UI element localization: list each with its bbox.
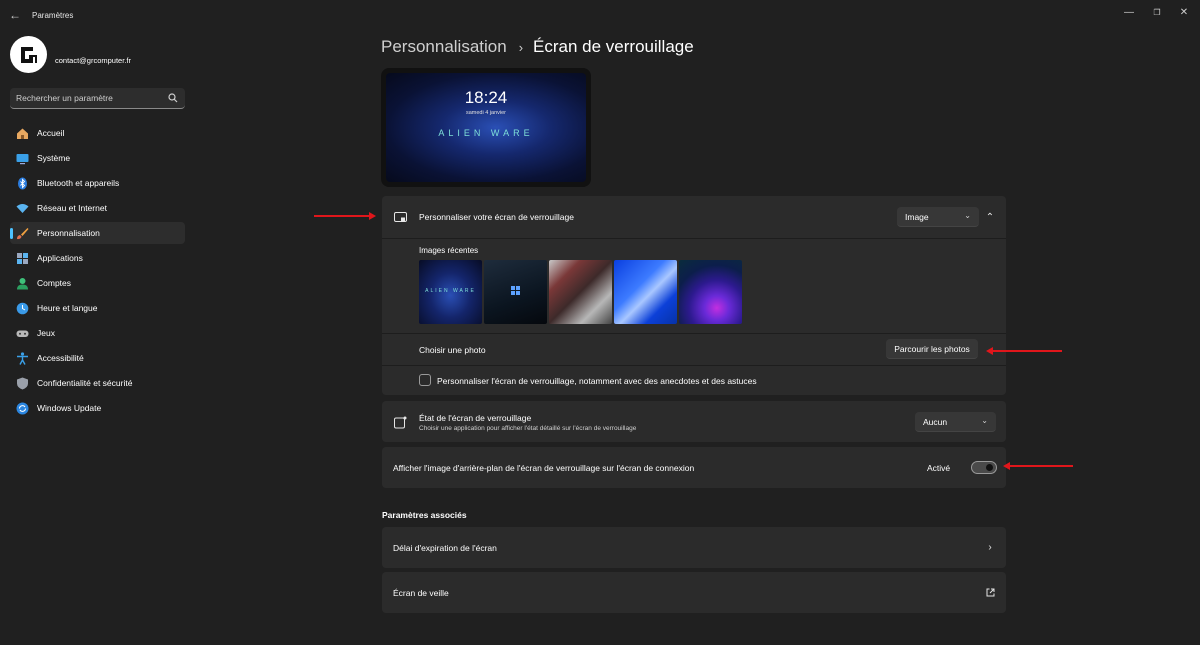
preview-time: 18:24 — [464, 88, 508, 107]
recent-image-thumbnail[interactable] — [484, 260, 547, 324]
status-app-value: Aucun — [923, 416, 948, 427]
app-title: Paramètres — [32, 11, 74, 20]
background-type-dropdown[interactable]: Image ⌄ — [897, 207, 979, 227]
browse-photos-button[interactable]: Parcourir les photos — [886, 339, 978, 359]
windows-logo-icon — [511, 286, 520, 295]
chevron-up-icon[interactable]: ⌃ — [982, 209, 998, 225]
preview-brand-logo: ALIEN WARE — [438, 128, 534, 138]
search-box[interactable] — [10, 88, 185, 109]
update-icon — [16, 402, 29, 415]
accessibility-icon — [16, 351, 29, 365]
screen-timeout-label: Délai d'expiration de l'écran — [393, 543, 497, 553]
chevron-down-icon: ⌄ — [964, 211, 971, 220]
choose-photo-row: Choisir une photo Parcourir les photos — [382, 334, 1006, 364]
preview-date: samedi 4 janvier — [465, 110, 507, 116]
sidebar-item-jeux[interactable]: Jeux — [10, 322, 185, 344]
signin-background-title: Afficher l'image d'arrière-plan de l'écr… — [393, 463, 695, 473]
screen-saver-label: Écran de veille — [393, 588, 449, 598]
chevron-right-icon: › — [988, 541, 992, 553]
divider — [382, 238, 1006, 239]
sidebar-item-reseau[interactable]: Réseau et Internet — [10, 197, 185, 219]
lock-screen-status-card: État de l'écran de verrouillage Choisir … — [382, 401, 1006, 442]
background-type-value: Image — [905, 211, 929, 222]
external-link-icon — [982, 584, 998, 600]
back-arrow-icon[interactable]: ← — [6, 8, 24, 22]
personalize-header-row[interactable]: Personnaliser votre écran de verrouillag… — [382, 196, 1006, 238]
annotation-arrow — [314, 212, 376, 220]
breadcrumb-parent[interactable]: Personnalisation — [381, 37, 507, 57]
recent-image-thumbnail[interactable] — [549, 260, 612, 324]
personalize-title: Personnaliser votre écran de verrouillag… — [419, 212, 574, 222]
globe-clock-icon — [16, 302, 29, 315]
sidebar-item-applications[interactable]: Applications — [10, 247, 185, 269]
search-input[interactable] — [16, 88, 166, 108]
profile-email: contact@grcomputer.fr — [55, 56, 131, 65]
home-icon — [16, 127, 29, 140]
chevron-down-icon: ⌄ — [981, 416, 988, 425]
avatar[interactable] — [10, 36, 47, 73]
page-title: Écran de verrouillage — [533, 37, 694, 56]
sidebar-item-systeme[interactable]: Système — [10, 147, 185, 169]
annotation-arrow — [1003, 462, 1073, 470]
status-app-dropdown[interactable]: Aucun ⌄ — [915, 412, 996, 432]
person-icon — [16, 277, 29, 290]
recent-images-label: Images récentes — [419, 246, 479, 255]
gamepad-icon — [16, 327, 29, 340]
monitor-icon — [16, 152, 29, 165]
sidebar-item-accueil[interactable]: Accueil — [10, 122, 185, 144]
lock-screen-preview: 18:24 samedi 4 janvier ALIEN WARE — [381, 68, 591, 187]
sidebar-item-heure-langue[interactable]: Heure et langue — [10, 297, 185, 319]
screen-timeout-link[interactable]: Délai d'expiration de l'écran › — [382, 527, 1006, 568]
recent-image-thumbnail[interactable]: ALIEN WARE — [419, 260, 482, 324]
screen-saver-link[interactable]: Écran de veille — [382, 572, 1006, 613]
breadcrumb-separator: › — [518, 39, 524, 55]
status-title: État de l'écran de verrouillage — [419, 413, 532, 423]
lock-screen-icon — [394, 211, 407, 224]
breadcrumb: Personnalisation › Écran de verrouillage — [381, 36, 694, 58]
app-status-icon — [394, 416, 407, 429]
restore-icon[interactable]: ❐ — [1143, 6, 1171, 18]
bluetooth-icon — [16, 177, 29, 190]
sidebar-item-accessibilite[interactable]: Accessibilité — [10, 347, 185, 369]
wifi-icon — [16, 202, 29, 215]
related-settings-heading: Paramètres associés — [382, 510, 467, 520]
recent-image-thumbnail[interactable] — [614, 260, 677, 324]
sidebar-nav: Accueil Système Bluetooth et appareils R… — [10, 122, 185, 422]
brush-icon — [16, 227, 29, 240]
shield-icon — [16, 377, 29, 390]
sidebar-item-confidentialite[interactable]: Confidentialité et sécurité — [10, 372, 185, 394]
annotation-arrow — [986, 347, 1062, 355]
sidebar-item-comptes[interactable]: Comptes — [10, 272, 185, 294]
signin-background-toggle[interactable] — [971, 461, 997, 474]
recent-image-thumbnail[interactable] — [679, 260, 742, 324]
lock-screen-image: 18:24 samedi 4 janvier ALIEN WARE — [386, 73, 586, 182]
search-icon — [168, 93, 178, 103]
status-subtitle: Choisir une application pour afficher l'… — [419, 425, 637, 432]
tips-checkbox-label[interactable]: Personnaliser l'écran de verrouillage, n… — [437, 376, 757, 386]
title-bar: ← Paramètres — ❐ ✕ — [0, 0, 1200, 30]
close-icon[interactable]: ✕ — [1170, 6, 1198, 18]
sidebar-item-personnalisation[interactable]: Personnalisation — [10, 222, 185, 244]
sidebar-item-bluetooth[interactable]: Bluetooth et appareils — [10, 172, 185, 194]
minimize-icon[interactable]: — — [1115, 6, 1143, 18]
signin-background-card: Afficher l'image d'arrière-plan de l'écr… — [382, 447, 1006, 488]
tips-checkbox[interactable] — [419, 374, 431, 386]
toggle-knob — [986, 464, 993, 471]
thumbnail-brand: ALIEN WARE — [425, 288, 476, 294]
choose-photo-label: Choisir une photo — [419, 345, 486, 355]
tips-row: Personnaliser l'écran de verrouillage, n… — [382, 366, 1006, 395]
apps-icon — [16, 252, 29, 265]
logo-icon — [20, 46, 37, 63]
sidebar-item-windows-update[interactable]: Windows Update — [10, 397, 185, 419]
toggle-state-label: Activé — [927, 463, 951, 473]
